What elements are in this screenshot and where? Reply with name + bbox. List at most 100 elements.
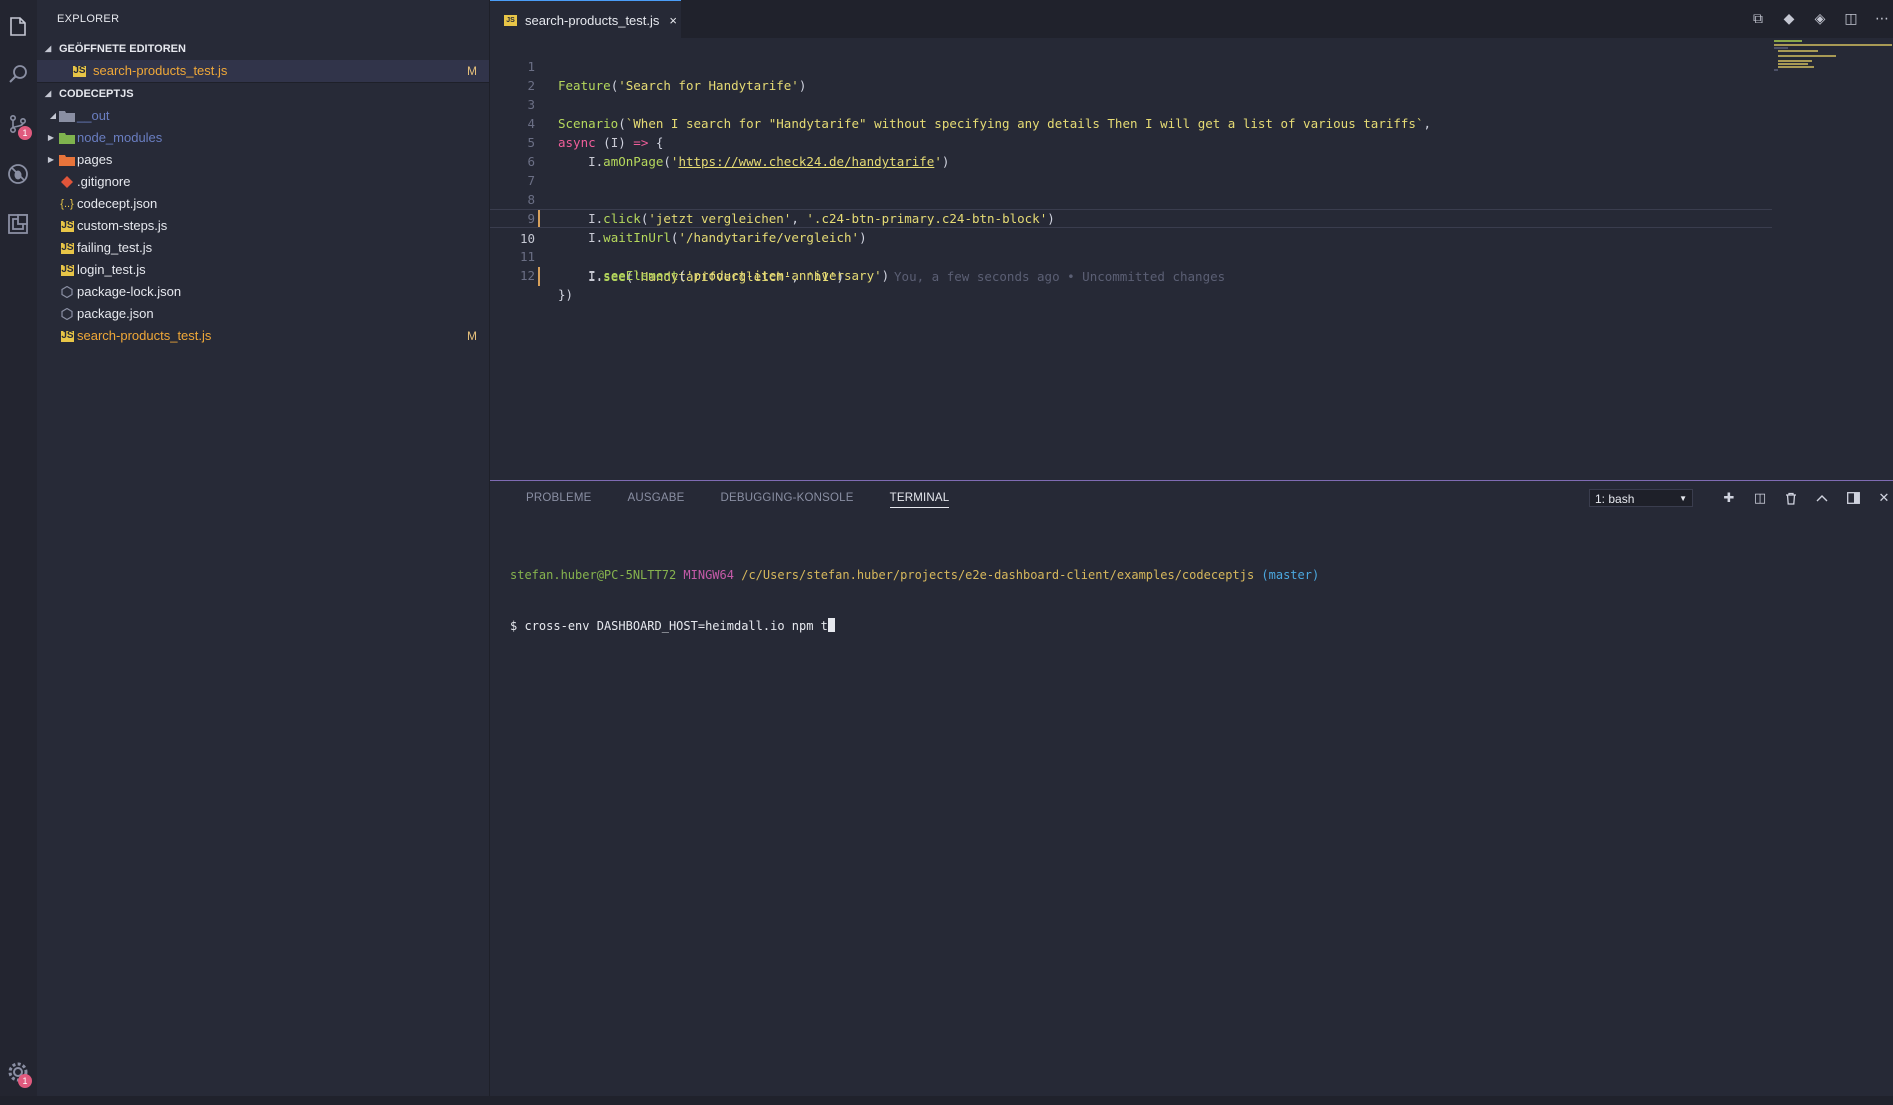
bottom-panel: PROBLEME AUSGABE DEBUGGING-KONSOLE TERMI…: [490, 480, 1893, 1097]
minimap[interactable]: [1772, 38, 1893, 118]
tree-item-label: node_modules: [77, 130, 163, 145]
minimap-line: [1778, 55, 1836, 57]
code-editor[interactable]: 1 Feature('Search for Handytarife') 2 3 …: [490, 38, 1893, 480]
terminal-branch: (master): [1261, 568, 1320, 582]
tree-item-package-lock[interactable]: package-lock.json: [37, 281, 489, 303]
open-editors-label: GEÖFFNETE EDITOREN: [59, 43, 186, 55]
split-editor-icon[interactable]: ◫: [1840, 8, 1862, 30]
panel-tabs: PROBLEME AUSGABE DEBUGGING-KONSOLE TERMI…: [526, 489, 950, 515]
minimap-line: [1778, 50, 1818, 52]
folder-icon: [59, 153, 75, 167]
source-control-icon[interactable]: 1: [4, 110, 32, 140]
tree-item-label: __out: [77, 108, 110, 123]
terminal-user: stefan.huber@PC-5NLTT72: [510, 568, 677, 582]
new-terminal-icon[interactable]: ✚: [1720, 489, 1738, 507]
tab-label: search-products_test.js: [525, 12, 660, 28]
code-line: 2: [490, 57, 1772, 93]
js-file-icon: JS: [61, 330, 74, 342]
git-icon: [59, 175, 75, 189]
code-line: 9 I.waitInUrl('/handytarife/vergleich'): [490, 190, 1772, 245]
chevron-down-icon: ◢: [45, 89, 52, 98]
editor-tab-bar: JS search-products_test.js × ⧉ ◆ ◈ ◫ ⋯: [490, 0, 1893, 39]
code-line: 3 Scenario(`When I search for "Handytari…: [490, 76, 1772, 131]
terminal-prompt-line: stefan.huber@PC-5NLTT72 MINGW64 /c/Users…: [510, 567, 1319, 584]
code-text: I.seeElement('product-item-anniversary'): [588, 268, 890, 283]
tree-item-login-test[interactable]: JS login_test.js: [37, 259, 489, 281]
chevron-down-icon: ◢: [45, 44, 52, 53]
minimap-line: [1774, 44, 1892, 46]
code-line: 12 }): [490, 247, 1772, 302]
git-next-change-icon[interactable]: ◈: [1809, 8, 1831, 30]
code-line: 4 async (I) => {: [490, 95, 1772, 150]
open-editors-header[interactable]: ◢ GEÖFFNETE EDITOREN: [37, 38, 489, 60]
terminal-env: MINGW64: [683, 568, 734, 582]
code-line: 11 I.seeElement('product-item-anniversar…: [490, 228, 1772, 283]
tree-item-codecept-json[interactable]: {..} codecept.json: [37, 193, 489, 215]
terminal-output[interactable]: stefan.huber@PC-5NLTT72 MINGW64 /c/Users…: [510, 533, 1319, 669]
open-preview-icon[interactable]: ⧉: [1747, 8, 1769, 30]
tree-item-node-modules[interactable]: ▶ node_modules: [37, 127, 489, 149]
modified-indicator: M: [467, 329, 477, 343]
search-icon[interactable]: [4, 60, 32, 88]
maximize-panel-icon[interactable]: [1813, 489, 1831, 507]
tree-item-gitignore[interactable]: .gitignore: [37, 171, 489, 193]
settings-gear-icon[interactable]: 1: [4, 1058, 32, 1088]
tab-debug-console[interactable]: DEBUGGING-KONSOLE: [721, 489, 854, 515]
folder-node-icon: [59, 131, 75, 145]
minimap-line: [1774, 69, 1778, 71]
tree-item-label: package.json: [77, 306, 154, 321]
close-panel-icon[interactable]: ✕: [1875, 489, 1893, 507]
minimap-line: [1774, 47, 1788, 49]
explorer-icon[interactable]: [4, 12, 32, 40]
tree-item-label: login_test.js: [77, 262, 146, 277]
sidebar-title: EXPLORER: [57, 13, 120, 25]
debug-icon[interactable]: [4, 160, 32, 188]
open-editor-item[interactable]: JS search-products_test.js M: [37, 60, 489, 82]
terminal-path: /c/Users/stefan.huber/projects/e2e-dashb…: [741, 568, 1255, 582]
js-file-icon: JS: [61, 242, 74, 254]
workspace-header[interactable]: ◢ CODECEPTJS: [37, 82, 489, 105]
git-blame-annotation: You, a few seconds ago • Uncommitted cha…: [894, 269, 1226, 284]
code-line: 5 I.amOnPage('https://www.check24.de/han…: [490, 114, 1772, 169]
extensions-icon[interactable]: [4, 210, 32, 238]
tree-item-failing-test[interactable]: JS failing_test.js: [37, 237, 489, 259]
tree-item-pages[interactable]: ▶ pages: [37, 149, 489, 171]
git-previous-change-icon[interactable]: ◆: [1778, 8, 1800, 30]
tree-item-search-products-test[interactable]: JS search-products_test.js M: [37, 325, 489, 347]
scm-badge: 1: [18, 126, 32, 140]
terminal-cursor: [827, 618, 835, 632]
json-icon: {..}: [60, 198, 74, 210]
activity-bar: 1 1: [0, 0, 37, 1105]
chevron-down-icon: ◢: [49, 111, 57, 120]
terminal-select[interactable]: 1: bash ▼: [1589, 489, 1693, 507]
tab-terminal[interactable]: TERMINAL: [889, 489, 950, 508]
line-number: 12: [519, 268, 535, 283]
js-file-icon: JS: [73, 65, 86, 77]
workspace-label: CODECEPTJS: [59, 88, 134, 100]
js-file-icon: JS: [61, 264, 74, 276]
current-line: 10 I.see('Handytarifvergleich', 'h1') You…: [490, 209, 1772, 286]
split-terminal-icon[interactable]: ◫: [1751, 489, 1769, 507]
chevron-right-icon: ▶: [47, 133, 55, 142]
tree-item-package-json[interactable]: package.json: [37, 303, 489, 325]
npm-icon: [59, 285, 75, 299]
tab-search-products-test[interactable]: JS search-products_test.js ×: [490, 0, 681, 39]
tree-item-label: package-lock.json: [77, 284, 182, 299]
toggle-panel-position-icon[interactable]: [1844, 489, 1862, 507]
close-icon[interactable]: ×: [669, 13, 677, 28]
tree-item-label: search-products_test.js: [77, 328, 212, 343]
status-bar: [0, 1096, 1893, 1105]
terminal-prompt-symbol: $: [510, 619, 518, 633]
modified-gutter-marker[interactable]: [538, 267, 540, 286]
explorer-sidebar: EXPLORER ◢ GEÖFFNETE EDITOREN JS search-…: [37, 0, 490, 1096]
tree-item-out[interactable]: ◢ __out: [37, 105, 489, 127]
js-file-icon: JS: [504, 14, 517, 26]
more-actions-icon[interactable]: ⋯: [1871, 8, 1893, 30]
tab-problems[interactable]: PROBLEME: [526, 489, 592, 515]
tree-item-label: pages: [77, 152, 113, 167]
trash-icon[interactable]: [1782, 489, 1800, 507]
tab-output[interactable]: AUSGABE: [628, 489, 685, 515]
open-editor-label: search-products_test.js: [93, 63, 228, 78]
chevron-right-icon: ▶: [47, 155, 55, 164]
tree-item-custom-steps[interactable]: JS custom-steps.js: [37, 215, 489, 237]
